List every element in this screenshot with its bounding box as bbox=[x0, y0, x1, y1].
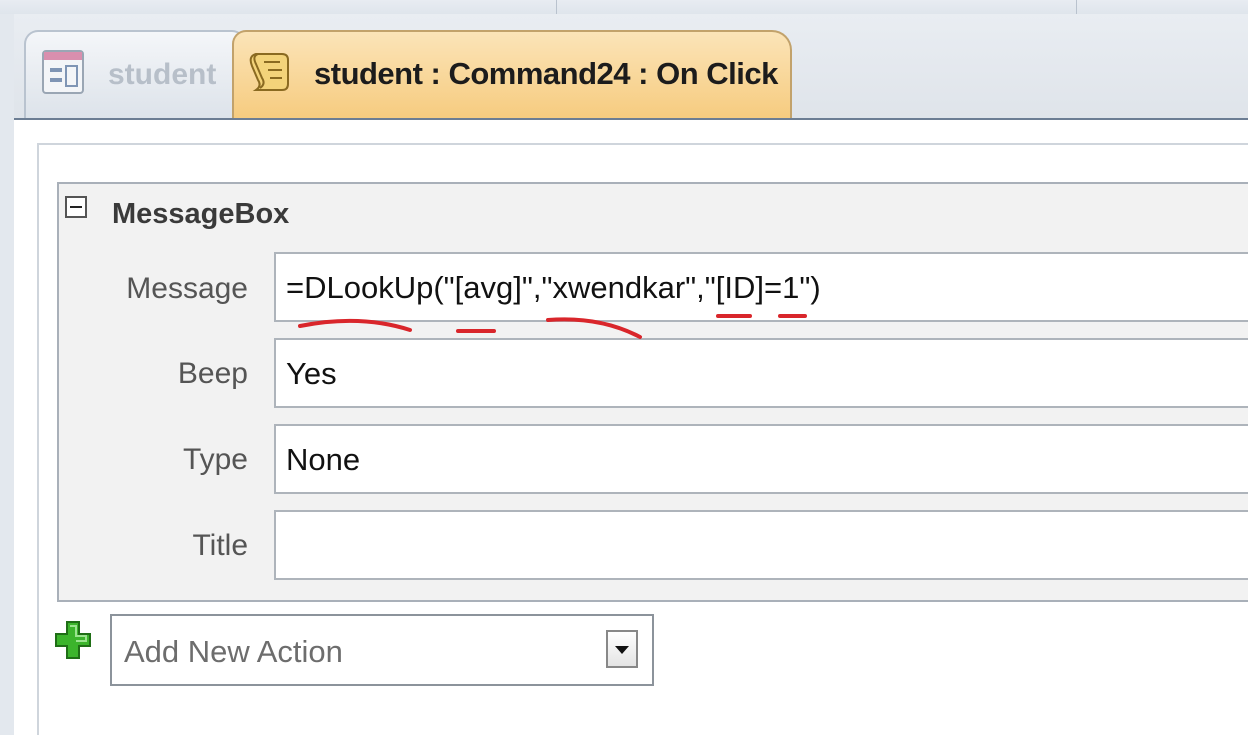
beep-value: Yes bbox=[286, 356, 337, 391]
title-label: Title bbox=[192, 529, 248, 562]
ribbon-bottom-strip bbox=[0, 0, 1248, 15]
message-label: Message bbox=[126, 272, 248, 305]
action-name: MessageBox bbox=[112, 198, 290, 230]
beep-field[interactable]: Yes bbox=[274, 338, 1248, 408]
green-plus-icon[interactable] bbox=[54, 620, 92, 660]
tab-label: student : Command24 : On Click bbox=[314, 56, 778, 91]
type-field[interactable]: None bbox=[274, 424, 1248, 494]
tab-student-form[interactable]: student bbox=[24, 30, 246, 118]
ribbon-separator bbox=[556, 0, 557, 14]
tab-label: student bbox=[108, 58, 217, 91]
form-icon bbox=[42, 50, 84, 94]
title-field[interactable] bbox=[274, 510, 1248, 580]
ribbon-separator bbox=[1076, 0, 1077, 14]
minus-collapse-icon[interactable] bbox=[65, 196, 87, 218]
macro-scroll-icon bbox=[249, 53, 289, 91]
tab-macro-on-click[interactable]: student : Command24 : On Click bbox=[232, 30, 792, 120]
navigation-pane-edge bbox=[0, 14, 14, 735]
beep-label: Beep bbox=[177, 357, 248, 390]
message-field[interactable]: =DLookUp("[avg]","xwendkar","[ID]=1") bbox=[274, 252, 1248, 322]
add-new-action-combo[interactable]: Add New Action bbox=[110, 614, 654, 686]
type-value: None bbox=[286, 442, 361, 477]
add-new-action-placeholder: Add New Action bbox=[124, 634, 343, 669]
message-value: =DLookUp("[avg]","xwendkar","[ID]=1") bbox=[286, 270, 821, 305]
chevron-down-icon[interactable] bbox=[606, 630, 638, 668]
type-label: Type bbox=[182, 443, 248, 476]
